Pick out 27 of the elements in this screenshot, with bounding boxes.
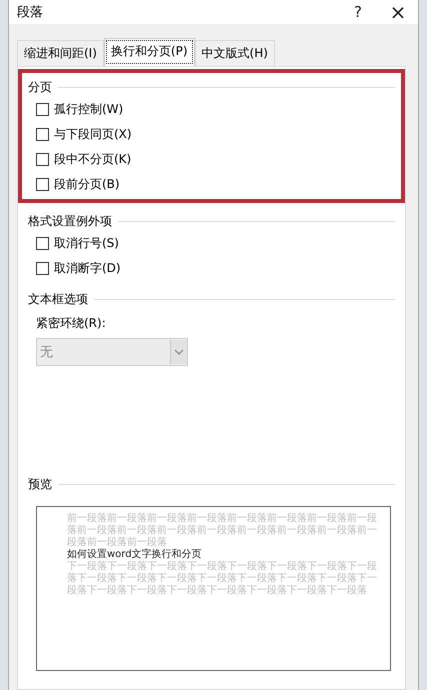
tab[interactable]: 中文版式(H) <box>194 40 275 66</box>
help-button[interactable]: ? <box>338 0 378 24</box>
window-title: 段落 <box>17 4 43 21</box>
tab[interactable]: 缩进和间距(I) <box>17 40 104 66</box>
checkbox[interactable] <box>36 262 49 275</box>
checkbox-label: 孤行控制(W) <box>54 101 124 118</box>
checkbox-label: 取消行号(S) <box>54 235 119 252</box>
checkbox-label: 段前分页(B) <box>54 176 120 193</box>
section-title: 文本框选项 <box>28 290 88 308</box>
checkbox[interactable] <box>36 128 49 141</box>
preview-text: 下一段落下一段落下一段落下一段落下一段落下一段落下一段落下一段落下一段落下一段落下一段落下一段落下一段落下一段落下一段落下一段落下一段落下一段落下一段落下一段落下一段落下一段落下一段落 <box>67 561 378 597</box>
section-title: 格式设置例外项 <box>28 212 112 230</box>
checkbox[interactable] <box>36 153 49 166</box>
close-button[interactable]: × <box>378 0 418 24</box>
checkbox-label: 与下段同页(X) <box>54 126 132 143</box>
preview-text: 前一段落前一段落前一段落前一段落前一段落前一段落前一段落前一段落前一段落前一段落前一段落前一段落前一段落前一段落前一段落前一段落前一段落前一段落 <box>67 513 378 548</box>
checkbox[interactable] <box>36 237 49 250</box>
checkbox-label: 段中不分页(K) <box>54 151 132 168</box>
preview-text: 如何设置word文字换行和分页 <box>67 549 203 560</box>
section-title: 分页 <box>28 78 52 96</box>
checkbox[interactable] <box>36 178 49 191</box>
section-title: 预览 <box>28 476 52 492</box>
chevron-down-icon <box>174 349 184 355</box>
checkbox[interactable] <box>36 103 49 116</box>
checkbox-label: 取消断字(D) <box>54 260 121 277</box>
tab[interactable]: 换行和分页(P) <box>104 38 195 66</box>
dropdown-label: 紧密环绕(R): <box>36 315 107 332</box>
